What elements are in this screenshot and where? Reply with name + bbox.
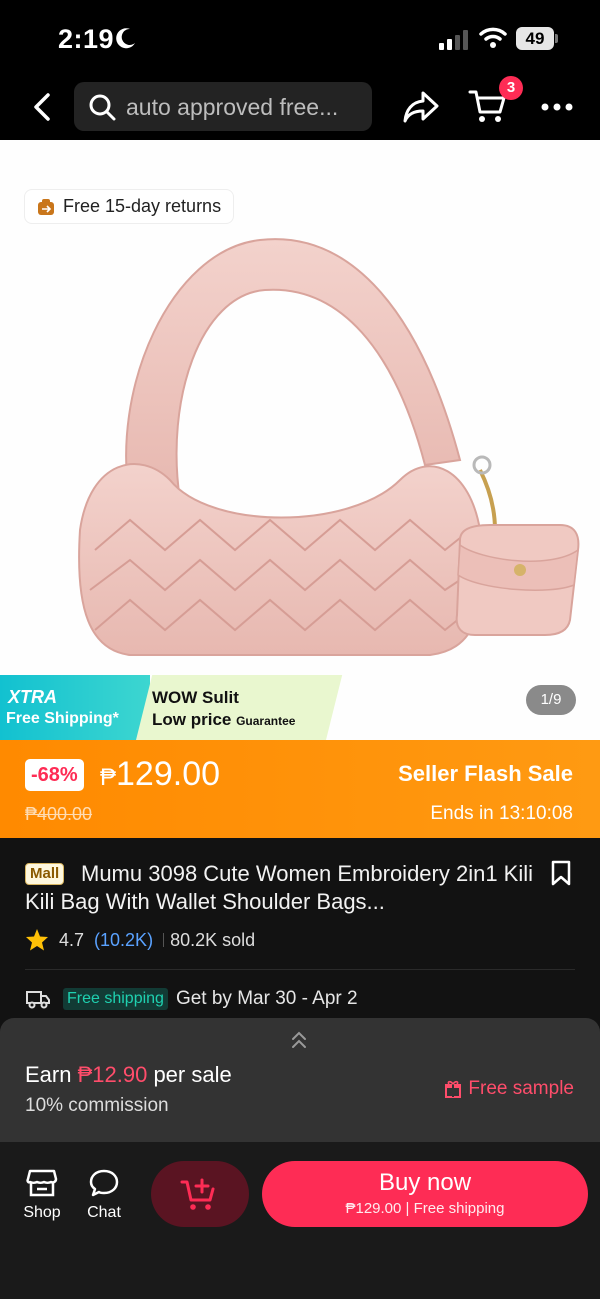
return-box-icon bbox=[38, 198, 54, 215]
search-icon bbox=[89, 94, 116, 121]
rating-value: 4.7 bbox=[59, 929, 85, 950]
shipping-row[interactable]: Free shipping Get by Mar 30 - Apr 2 bbox=[25, 988, 358, 1010]
flash-sale-countdown: Ends in 13:10:08 bbox=[430, 803, 573, 824]
add-cart-icon bbox=[180, 1178, 215, 1210]
chevron-up-icon[interactable] bbox=[290, 1030, 308, 1050]
star-icon bbox=[26, 929, 48, 951]
battery-indicator: 49 bbox=[516, 27, 554, 50]
store-icon bbox=[26, 1169, 58, 1197]
product-image-gallery[interactable]: Free 15-day returns XTRA Free Shipping* … bbox=[0, 140, 600, 740]
cart-count-badge: 3 bbox=[499, 76, 523, 100]
more-options-icon[interactable] bbox=[540, 102, 574, 112]
search-placeholder: auto approved free... bbox=[126, 94, 339, 120]
chat-label: Chat bbox=[87, 1204, 121, 1221]
truck-icon bbox=[26, 991, 50, 1009]
share-icon[interactable] bbox=[402, 90, 440, 124]
product-title: Mumu 3098 Cute Women Embroidery 2in1 Kil… bbox=[25, 861, 534, 914]
mall-badge: Mall bbox=[25, 863, 65, 885]
status-time: 2:19 bbox=[58, 24, 115, 54]
affiliate-earn-sheet[interactable]: Earn ₱12.90 per sale 10% commission Free… bbox=[0, 1018, 600, 1142]
moon-icon bbox=[116, 28, 135, 49]
section-divider bbox=[25, 969, 575, 970]
earn-suffix: per sale bbox=[147, 1062, 232, 1087]
wifi-icon bbox=[479, 27, 507, 48]
status-bar: 2:19 49 bbox=[0, 0, 600, 74]
chat-button[interactable]: Chat bbox=[82, 1168, 126, 1222]
xtra-label: XTRA bbox=[8, 687, 57, 707]
xtra-subtitle: Free Shipping* bbox=[6, 710, 119, 727]
returns-badge: Free 15-day returns bbox=[24, 189, 235, 224]
divider bbox=[163, 933, 165, 947]
bottom-action-bar: Shop Chat Buy now ₱129.00 | Free shippin… bbox=[0, 1142, 600, 1299]
delivery-estimate: Get by Mar 30 - Apr 2 bbox=[175, 988, 358, 1009]
product-photo-bag bbox=[78, 238, 580, 656]
review-count[interactable]: (10.2K) bbox=[94, 930, 153, 951]
buy-now-button[interactable]: Buy now ₱129.00 | Free shipping bbox=[262, 1161, 588, 1227]
buy-now-subtitle: ₱129.00 | Free shipping bbox=[345, 1200, 505, 1217]
rating-row[interactable]: 4.7 (10.2K) 80.2K sold bbox=[25, 928, 255, 952]
buy-now-label: Buy now bbox=[378, 1169, 472, 1196]
earn-prefix: Earn bbox=[25, 1062, 78, 1087]
bookmark-icon[interactable] bbox=[550, 860, 572, 886]
guarantee-text: Guarantee bbox=[236, 714, 296, 728]
earn-per-sale: Earn ₱12.90 per sale bbox=[25, 1062, 232, 1088]
chat-bubble-icon bbox=[89, 1169, 119, 1197]
shop-label: Shop bbox=[23, 1204, 61, 1221]
sold-count: 80.2K sold bbox=[170, 929, 256, 950]
price-currency: ₱ bbox=[100, 764, 117, 791]
sale-price: ₱129.00 bbox=[100, 755, 220, 794]
commission-rate: 10% commission bbox=[25, 1095, 169, 1116]
low-price-guarantee: Low price Guarantee bbox=[152, 710, 295, 730]
free-shipping-badge: Free shipping bbox=[63, 988, 168, 1010]
shop-button[interactable]: Shop bbox=[20, 1168, 64, 1222]
returns-text: Free 15-day returns bbox=[63, 196, 222, 216]
add-to-cart-button[interactable] bbox=[151, 1161, 249, 1227]
image-counter: 1/9 bbox=[526, 685, 576, 715]
flash-sale-label: Seller Flash Sale bbox=[398, 761, 573, 786]
back-arrow-icon[interactable] bbox=[30, 92, 56, 122]
flash-sale-price-band: -68% ₱129.00 ₱400.00 Seller Flash Sale E… bbox=[0, 740, 600, 838]
low-price-text: Low price bbox=[152, 710, 232, 729]
wow-sulit-label: WOW Sulit bbox=[152, 688, 239, 707]
discount-badge: -68% bbox=[25, 759, 84, 791]
free-sample-button[interactable]: Free sample bbox=[444, 1078, 574, 1100]
product-info: Mumu 3098 Cute Women Embroidery 2in1 Kil… bbox=[0, 838, 600, 1018]
original-price: ₱400.00 bbox=[25, 804, 93, 824]
search-bar[interactable]: auto approved free... bbox=[74, 82, 372, 131]
gift-icon bbox=[445, 1080, 462, 1098]
signal-icon bbox=[439, 30, 468, 50]
price-amount: 129.00 bbox=[116, 755, 221, 793]
top-nav: auto approved free... 3 bbox=[0, 74, 600, 140]
earn-amount: ₱12.90 bbox=[77, 1062, 148, 1087]
xtra-promo-banner: XTRA Free Shipping* bbox=[0, 675, 150, 740]
free-sample-label: Free sample bbox=[468, 1078, 574, 1099]
battery-cap bbox=[555, 34, 558, 43]
